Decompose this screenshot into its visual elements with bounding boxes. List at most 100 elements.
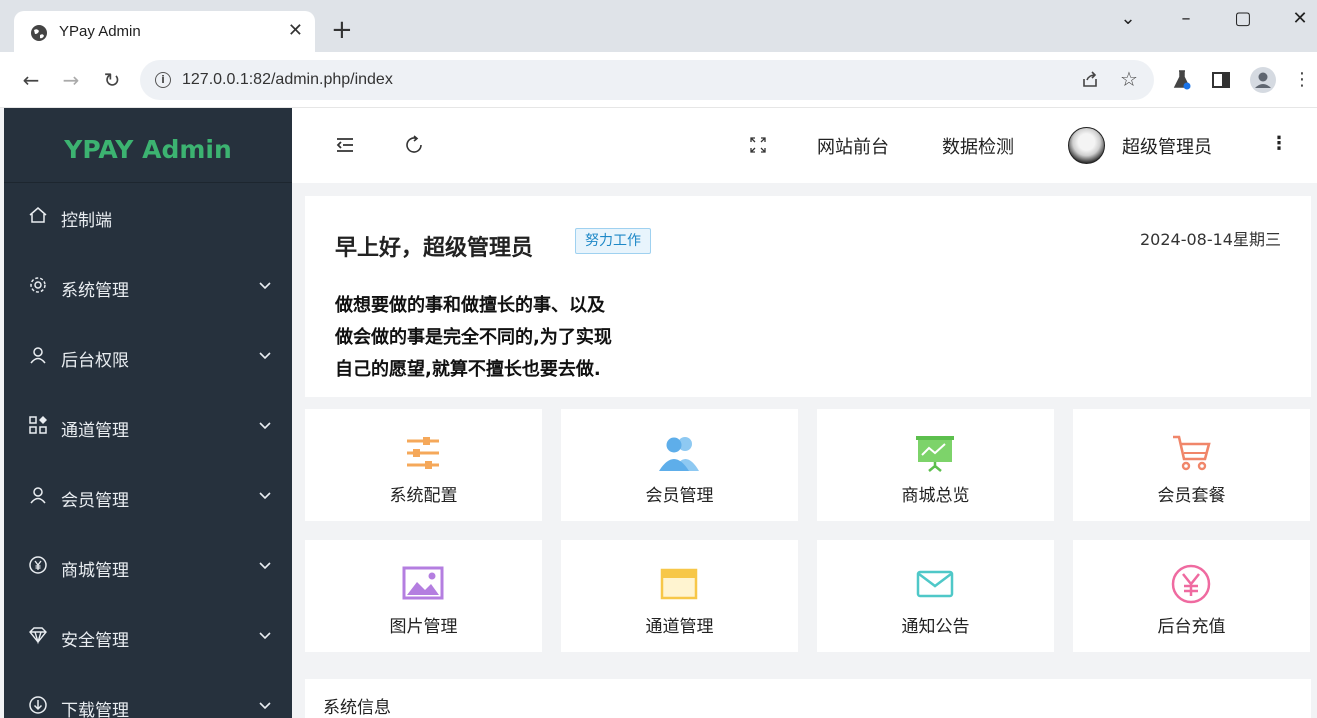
apps-icon	[29, 416, 47, 434]
quick-card-label: 通道管理	[645, 617, 714, 637]
chevron-down-icon	[259, 352, 271, 360]
sidebar-item-channels[interactable]: 通道管理	[4, 393, 292, 463]
fullscreen-icon[interactable]	[746, 133, 770, 157]
browser-tab-strip: YPay Admin ✕ + ⌄ – ▢ ✕	[0, 0, 1317, 52]
yen-icon	[1171, 564, 1211, 604]
quick-card-members[interactable]: 会员管理	[561, 409, 798, 521]
quick-card-channels[interactable]: 通道管理	[561, 540, 798, 652]
quick-card-images[interactable]: 图片管理	[305, 540, 542, 652]
address-bar[interactable]: i 127.0.0.1:82/admin.php/index ☆	[140, 60, 1154, 100]
url-text: 127.0.0.1:82/admin.php/index	[182, 71, 393, 88]
chevron-down-icon	[259, 422, 271, 430]
user-icon	[30, 347, 46, 364]
tab-title: YPay Admin	[59, 23, 141, 40]
sidebar-item-system[interactable]: 系统管理	[4, 253, 292, 323]
chevron-down-icon	[259, 492, 271, 500]
status-badge: 努力工作	[575, 228, 651, 254]
greeting-title: 早上好，超级管理员	[335, 236, 534, 261]
sidebar-item-dashboard[interactable]: 控制端	[4, 183, 292, 253]
sidebar-item-label: 控制端	[61, 211, 112, 231]
quick-card-recharge[interactable]: 后台充值	[1073, 540, 1310, 652]
presentation-icon	[916, 436, 954, 472]
brand-logo[interactable]: YPAY Admin	[4, 108, 292, 183]
quick-card-member-plans[interactable]: 会员套餐	[1073, 409, 1310, 521]
current-date: 2024-08-14星期三	[1140, 230, 1281, 249]
quick-card-label: 后台充值	[1157, 617, 1226, 637]
home-icon	[29, 207, 47, 223]
quick-card-label: 系统配置	[389, 486, 458, 506]
back-icon[interactable]: ←	[18, 67, 44, 93]
more-menu-icon[interactable]: ⋮	[1270, 133, 1288, 154]
browser-menu-icon[interactable]: ⋮	[1290, 68, 1314, 92]
yen-circle-icon	[29, 556, 47, 574]
admin-app: YPAY Admin 控制端 系统管理 后台权限 通道管理 会员管理 商城管理 …	[0, 108, 1317, 718]
quick-card-label: 会员管理	[645, 486, 714, 506]
share-icon[interactable]	[1081, 70, 1101, 90]
sidebar-item-label: 会员管理	[61, 491, 129, 511]
chevron-down-icon	[259, 702, 271, 710]
user-icon	[30, 487, 46, 504]
profile-icon[interactable]	[1249, 66, 1277, 94]
avatar[interactable]	[1068, 127, 1105, 164]
chevron-down-icon	[259, 282, 271, 290]
sidebar-item-members[interactable]: 会员管理	[4, 463, 292, 533]
site-info-icon[interactable]: i	[155, 72, 171, 88]
quick-card-notices[interactable]: 通知公告	[817, 540, 1054, 652]
sidebar-item-label: 商城管理	[61, 561, 129, 581]
user-name[interactable]: 超级管理员	[1122, 133, 1212, 159]
browser-toolbar: ← → ↻ i 127.0.0.1:82/admin.php/index ☆ ⋮	[0, 52, 1317, 108]
sidebar-item-security[interactable]: 安全管理	[4, 603, 292, 673]
sidebar-item-label: 后台权限	[61, 351, 129, 371]
browser-tab[interactable]: YPay Admin ✕	[14, 11, 315, 52]
sidebar-item-label: 安全管理	[61, 631, 129, 651]
quick-card-label: 会员套餐	[1157, 486, 1226, 506]
labs-flask-icon[interactable]	[1170, 68, 1194, 92]
welcome-panel: 早上好，超级管理员 努力工作 2024-08-14星期三 做想要做的事和做擅长的…	[305, 196, 1311, 397]
quick-card-label: 图片管理	[389, 617, 458, 637]
quick-card-system-config[interactable]: 系统配置	[305, 409, 542, 521]
users-icon	[659, 437, 699, 471]
system-info-panel: 系统信息	[305, 679, 1311, 718]
sidebar-item-label: 通道管理	[61, 421, 129, 441]
cart-icon	[1173, 435, 1211, 471]
window-close-icon[interactable]: ✕	[1289, 8, 1311, 30]
quote-line: 做会做的事是完全不同的,为了实现	[335, 327, 612, 348]
sliders-icon	[407, 437, 439, 469]
diamond-icon	[29, 627, 47, 645]
mail-icon	[916, 570, 954, 598]
sidebar-item-shop[interactable]: 商城管理	[4, 533, 292, 603]
motto-quote: 做想要做的事和做擅长的事、以及 做会做的事是完全不同的,为了实现 自己的愿望,就…	[335, 290, 612, 386]
gear-icon	[30, 277, 46, 293]
image-icon	[402, 566, 444, 600]
quick-card-label: 通知公告	[901, 617, 970, 637]
chevron-down-icon	[259, 562, 271, 570]
card-icon	[660, 568, 698, 600]
reload-icon[interactable]: ↻	[99, 67, 125, 93]
quote-line: 自己的愿望,就算不擅长也要去做.	[335, 359, 601, 380]
menu-collapse-icon[interactable]	[333, 133, 357, 157]
new-tab-icon[interactable]: +	[331, 17, 353, 43]
globe-icon	[31, 25, 47, 41]
tab-close-icon[interactable]: ✕	[288, 21, 303, 41]
sidebar-item-downloads[interactable]: 下载管理	[4, 673, 292, 718]
quick-card-label: 商城总览	[901, 486, 970, 506]
maximize-icon[interactable]: ▢	[1232, 8, 1254, 30]
side-panel-icon[interactable]	[1209, 68, 1233, 92]
main-content: 网站前台 数据检测 超级管理员 ⋮ 早上好，超级管理员 努力工作 2024-08…	[292, 108, 1317, 718]
data-check-link[interactable]: 数据检测	[942, 133, 1014, 159]
sidebar-item-permissions[interactable]: 后台权限	[4, 323, 292, 393]
quote-line: 做想要做的事和做擅长的事、以及	[335, 295, 605, 316]
minimize-icon[interactable]: –	[1175, 8, 1197, 30]
refresh-icon[interactable]	[402, 133, 426, 157]
system-info-title: 系统信息	[323, 698, 391, 718]
tab-search-icon[interactable]: ⌄	[1117, 8, 1139, 30]
sidebar-item-label: 下载管理	[61, 701, 129, 718]
top-header: 网站前台 数据检测 超级管理员 ⋮	[292, 108, 1317, 183]
forward-icon[interactable]: →	[58, 67, 84, 93]
sidebar-item-label: 系统管理	[61, 281, 129, 301]
sidebar: YPAY Admin 控制端 系统管理 后台权限 通道管理 会员管理 商城管理 …	[4, 108, 292, 718]
chevron-down-icon	[259, 632, 271, 640]
quick-card-shop-overview[interactable]: 商城总览	[817, 409, 1054, 521]
bookmark-star-icon[interactable]: ☆	[1120, 67, 1138, 91]
site-front-link[interactable]: 网站前台	[817, 133, 889, 159]
